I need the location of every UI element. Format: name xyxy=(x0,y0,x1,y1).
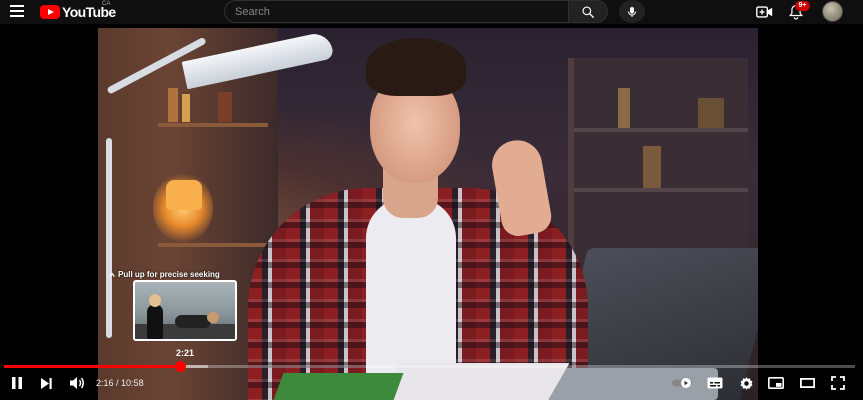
settings-button[interactable] xyxy=(736,374,756,392)
video-scene-shelf xyxy=(158,123,268,127)
duration: 10:58 xyxy=(121,378,144,388)
autoplay-toggle[interactable] xyxy=(670,374,694,392)
video-frame[interactable] xyxy=(98,28,758,400)
create-video-icon xyxy=(755,5,772,18)
video-scene-desk-lamp xyxy=(106,138,112,338)
video-scene-shelf xyxy=(158,243,268,247)
video-scene-paper xyxy=(376,363,570,400)
fullscreen-icon xyxy=(831,376,845,390)
video-scene-person-hair xyxy=(366,38,466,96)
gear-icon xyxy=(740,376,752,390)
pause-icon xyxy=(12,377,22,389)
seek-preview-time: 2:21 xyxy=(176,348,195,358)
video-scene-book xyxy=(698,98,724,128)
video-scene-shelf xyxy=(574,128,748,132)
miniplayer-button[interactable] xyxy=(766,374,786,392)
voice-search-button[interactable] xyxy=(619,0,645,23)
avatar[interactable] xyxy=(822,1,843,22)
create-button[interactable] xyxy=(754,3,774,20)
thumbnail-scene-head xyxy=(207,312,219,323)
search-box xyxy=(224,0,569,23)
hamburger-menu-icon[interactable] xyxy=(10,5,24,17)
search-icon xyxy=(582,5,594,18)
subtitles-icon xyxy=(707,377,723,389)
logo-country-code: CA xyxy=(102,1,111,7)
volume-icon xyxy=(70,377,84,389)
seek-preview-thumbnail xyxy=(133,280,237,341)
youtube-play-icon xyxy=(40,5,60,19)
fullscreen-button[interactable] xyxy=(828,374,848,392)
video-scene-book xyxy=(643,146,661,188)
autoplay-toggle-icon xyxy=(672,378,692,388)
video-scene-book xyxy=(182,94,190,122)
volume-button[interactable] xyxy=(67,374,87,392)
miniplayer-icon xyxy=(768,377,784,389)
search-input[interactable] xyxy=(225,1,568,22)
theater-mode-button[interactable] xyxy=(797,374,817,392)
youtube-logo[interactable]: YouTube CA xyxy=(40,1,116,21)
time-display: 2:16 / 10:58 xyxy=(96,378,144,388)
pause-button[interactable] xyxy=(8,374,26,392)
notification-count-badge: 9+ xyxy=(795,1,810,11)
current-time: 2:16 xyxy=(96,378,114,388)
next-button[interactable] xyxy=(37,374,55,392)
next-icon xyxy=(40,377,52,389)
seek-tooltip: Pull up for precise seeking xyxy=(108,270,220,279)
thumbnail-scene-person xyxy=(147,304,163,339)
video-scene-book xyxy=(218,92,232,122)
time-separator: / xyxy=(113,378,122,388)
thumbnail-scene-person xyxy=(175,315,211,328)
microphone-icon xyxy=(628,6,636,17)
chevron-up-icon xyxy=(109,272,115,277)
video-scene-book xyxy=(168,88,178,122)
seek-tooltip-text: Pull up for precise seeking xyxy=(118,270,220,279)
progress-played xyxy=(4,365,181,368)
subtitles-button[interactable] xyxy=(705,374,725,392)
video-scene-book xyxy=(618,88,630,128)
search-button[interactable] xyxy=(568,0,608,23)
thumbnail-scene-head xyxy=(149,294,161,307)
progress-bar[interactable] xyxy=(4,361,855,372)
video-scene-shelf xyxy=(574,188,748,192)
video-scene-lamp xyxy=(166,180,202,210)
video-player: Pull up for precise seeking 2:21 2:16 / … xyxy=(0,24,863,400)
video-scene-notebook xyxy=(272,373,404,400)
masthead: YouTube CA 9+ xyxy=(0,0,863,24)
theater-mode-icon xyxy=(799,378,815,388)
